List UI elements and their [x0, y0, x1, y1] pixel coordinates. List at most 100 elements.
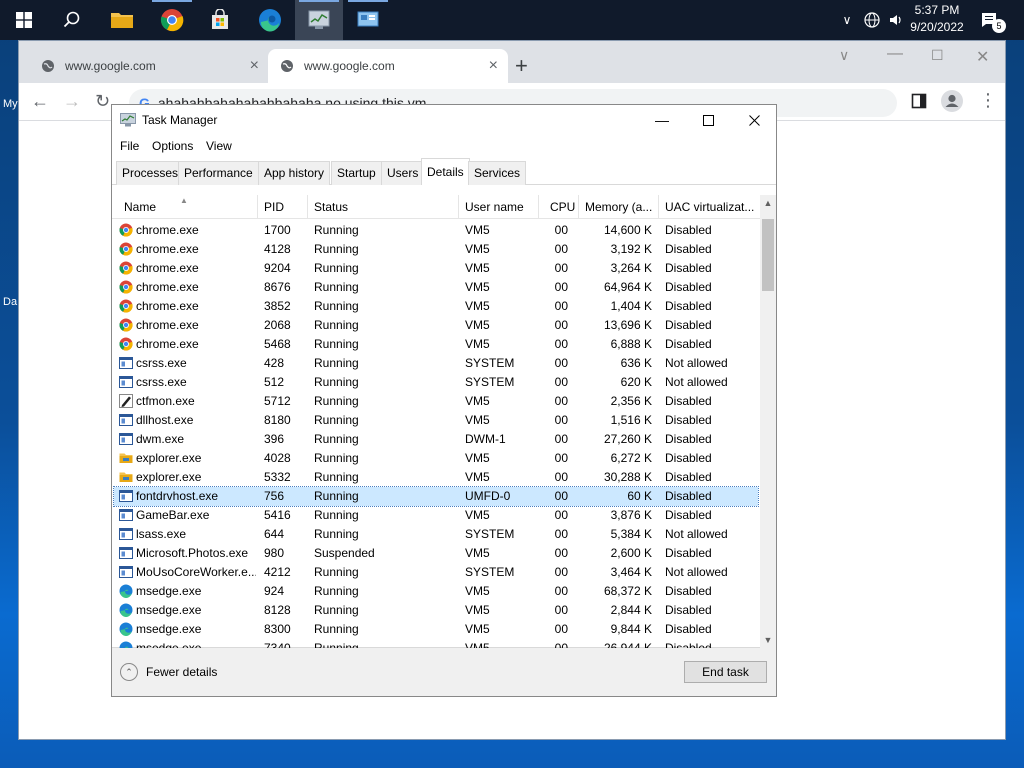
- table-row[interactable]: chrome.exe 5468 Running VM5 00 6,888 K Disable…: [112, 335, 760, 354]
- taskbar-remote-desktop[interactable]: [344, 0, 392, 40]
- fewer-details-button[interactable]: ⌃ Fewer details: [120, 663, 217, 681]
- side-panel-button[interactable]: [911, 93, 927, 112]
- minimize-icon: —: [887, 45, 903, 62]
- process-uac: Disabled: [665, 451, 712, 465]
- column-status[interactable]: Status: [308, 195, 459, 219]
- chevron-down-icon: ∨: [839, 47, 850, 63]
- tab-performance[interactable]: Performance: [178, 161, 259, 185]
- table-row[interactable]: dwm.exe 396 Running DWM-1 00 27,260 K Disabled: [112, 430, 760, 449]
- column-user-name[interactable]: User name: [459, 195, 539, 219]
- process-name: MoUsoCoreWorker.e...: [136, 565, 256, 579]
- tab-processes[interactable]: Processes: [116, 161, 185, 185]
- process-memory: 68,372 K: [603, 584, 652, 598]
- table-row[interactable]: msedge.exe 7340 Running VM5 00 26,944 K Disabl…: [112, 639, 760, 648]
- process-status: Running: [314, 413, 359, 427]
- end-task-button[interactable]: End task: [684, 661, 767, 683]
- tab-services[interactable]: Services: [468, 161, 527, 185]
- taskbar-chrome[interactable]: [148, 0, 196, 40]
- edge-icon: [259, 9, 281, 32]
- scrollbar-thumb[interactable]: [762, 219, 774, 291]
- process-memory: 2,600 K: [610, 546, 652, 560]
- task-manager-titlebar[interactable]: Task Manager —: [112, 105, 776, 135]
- table-row[interactable]: explorer.exe 5332 Running VM5 00 30,288 K Disa…: [112, 468, 760, 487]
- scroll-down-icon[interactable]: ▼: [760, 632, 776, 648]
- menu-file[interactable]: File: [120, 139, 139, 153]
- table-row[interactable]: chrome.exe 3852 Running VM5 00 1,404 K Disable…: [112, 297, 760, 316]
- table-row[interactable]: chrome.exe 1700 Running VM5 00 14,600 K Disabl…: [112, 221, 760, 240]
- table-row[interactable]: explorer.exe 4028 Running VM5 00 6,272 K Disab…: [112, 449, 760, 468]
- task-manager-icon: [308, 10, 330, 29]
- taskbar-file-explorer[interactable]: [98, 0, 146, 40]
- start-button[interactable]: [0, 0, 48, 40]
- chrome-menu-button[interactable]: ⋮: [979, 91, 997, 109]
- tab-details[interactable]: Details: [421, 158, 470, 185]
- search-icon: [63, 11, 80, 28]
- column-uac-virtualization[interactable]: UAC virtualizat...: [659, 195, 760, 219]
- network-button[interactable]: [860, 0, 884, 40]
- process-memory: 13,696 K: [603, 318, 652, 332]
- chrome-icon: [119, 280, 133, 294]
- table-row[interactable]: csrss.exe 428 Running SYSTEM 00 636 K Not allo…: [112, 354, 760, 373]
- table-row[interactable]: csrss.exe 512 Running SYSTEM 00 620 K Not allo…: [112, 373, 760, 392]
- process-pid: 512: [264, 375, 285, 389]
- table-row[interactable]: msedge.exe 8128 Running VM5 00 2,844 K Disable…: [112, 601, 760, 620]
- table-row[interactable]: dllhost.exe 8180 Running VM5 00 1,516 K Disabl…: [112, 411, 760, 430]
- table-row[interactable]: msedge.exe 924 Running VM5 00 68,372 K Disable…: [112, 582, 760, 601]
- table-row[interactable]: GameBar.exe 5416 Running VM5 00 3,876 K Disabl…: [112, 506, 760, 525]
- chrome-tab-1[interactable]: www.google.com ×: [29, 49, 269, 83]
- table-row[interactable]: MoUsoCoreWorker.e... 4212 Running SYSTEM 00 3…: [112, 563, 760, 582]
- search-button[interactable]: [48, 0, 96, 40]
- globe-icon: [42, 60, 54, 72]
- process-uac: Disabled: [665, 432, 712, 446]
- column-memory[interactable]: Memory (a...: [579, 195, 659, 219]
- back-button[interactable]: ←: [31, 92, 49, 110]
- chrome-tab-2[interactable]: www.google.com ×: [268, 49, 508, 83]
- table-row[interactable]: msedge.exe 8300 Running VM5 00 9,844 K Disable…: [112, 620, 760, 639]
- menu-view[interactable]: View: [206, 139, 232, 153]
- scroll-up-icon[interactable]: ▲: [760, 195, 776, 211]
- clock[interactable]: 5:37 PM 9/20/2022: [902, 2, 972, 36]
- process-memory: 64,964 K: [603, 280, 652, 294]
- forward-button[interactable]: →: [63, 92, 81, 110]
- table-row[interactable]: Microsoft.Photos.exe 980 Suspended VM5 00 2,6…: [112, 544, 760, 563]
- taskbar-store[interactable]: [196, 0, 244, 40]
- process-name: chrome.exe: [136, 318, 199, 332]
- process-user: VM5: [465, 584, 490, 598]
- process-user: VM5: [465, 394, 490, 408]
- table-row[interactable]: ctfmon.exe 5712 Running VM5 00 2,356 K Disable…: [112, 392, 760, 411]
- app-window-icon: [119, 375, 133, 389]
- tab-users[interactable]: Users: [381, 161, 425, 185]
- profile-button[interactable]: [941, 90, 963, 115]
- close-tab-icon[interactable]: ×: [489, 58, 498, 74]
- chrome-minimize-button[interactable]: —: [887, 45, 903, 63]
- process-name: explorer.exe: [136, 470, 202, 484]
- process-pid: 4212: [264, 565, 291, 579]
- table-row[interactable]: chrome.exe 9204 Running VM5 00 3,264 K Disable…: [112, 259, 760, 278]
- tm-maximize-button[interactable]: [685, 105, 731, 135]
- table-row[interactable]: chrome.exe 4128 Running VM5 00 3,192 K Disable…: [112, 240, 760, 259]
- new-tab-button[interactable]: +: [515, 55, 528, 77]
- tab-app-history[interactable]: App history: [258, 161, 331, 185]
- table-row[interactable]: lsass.exe 644 Running SYSTEM 00 5,384 K Not al…: [112, 525, 760, 544]
- column-cpu[interactable]: CPU: [539, 195, 579, 219]
- tm-minimize-button[interactable]: —: [639, 105, 685, 135]
- column-name[interactable]: Name: [118, 195, 258, 219]
- app-window-icon: [119, 546, 133, 560]
- table-row[interactable]: chrome.exe 2068 Running VM5 00 13,696 K Disabl…: [112, 316, 760, 335]
- taskbar-task-manager[interactable]: [295, 0, 343, 40]
- chrome-maximize-button[interactable]: ☐: [931, 47, 944, 64]
- chrome-tab-search-button[interactable]: ∨: [839, 47, 849, 64]
- menu-options[interactable]: Options: [152, 139, 193, 153]
- pen-icon: [119, 394, 133, 408]
- chrome-close-button[interactable]: ✕: [976, 47, 989, 67]
- tab-startup[interactable]: Startup: [331, 161, 382, 185]
- tm-close-button[interactable]: [731, 105, 777, 135]
- reload-button[interactable]: ↻: [95, 92, 110, 110]
- taskbar-edge[interactable]: [246, 0, 294, 40]
- close-tab-icon[interactable]: ×: [250, 58, 259, 74]
- table-row[interactable]: chrome.exe 8676 Running VM5 00 64,964 K Disabl…: [112, 278, 760, 297]
- show-hidden-icons-button[interactable]: ∨: [838, 0, 856, 40]
- details-scrollbar[interactable]: ▲ ▼: [760, 195, 776, 648]
- column-pid[interactable]: PID: [258, 195, 308, 219]
- table-row[interactable]: fontdrvhost.exe 756 Running UMFD-0 00 60 K Dis…: [113, 486, 759, 507]
